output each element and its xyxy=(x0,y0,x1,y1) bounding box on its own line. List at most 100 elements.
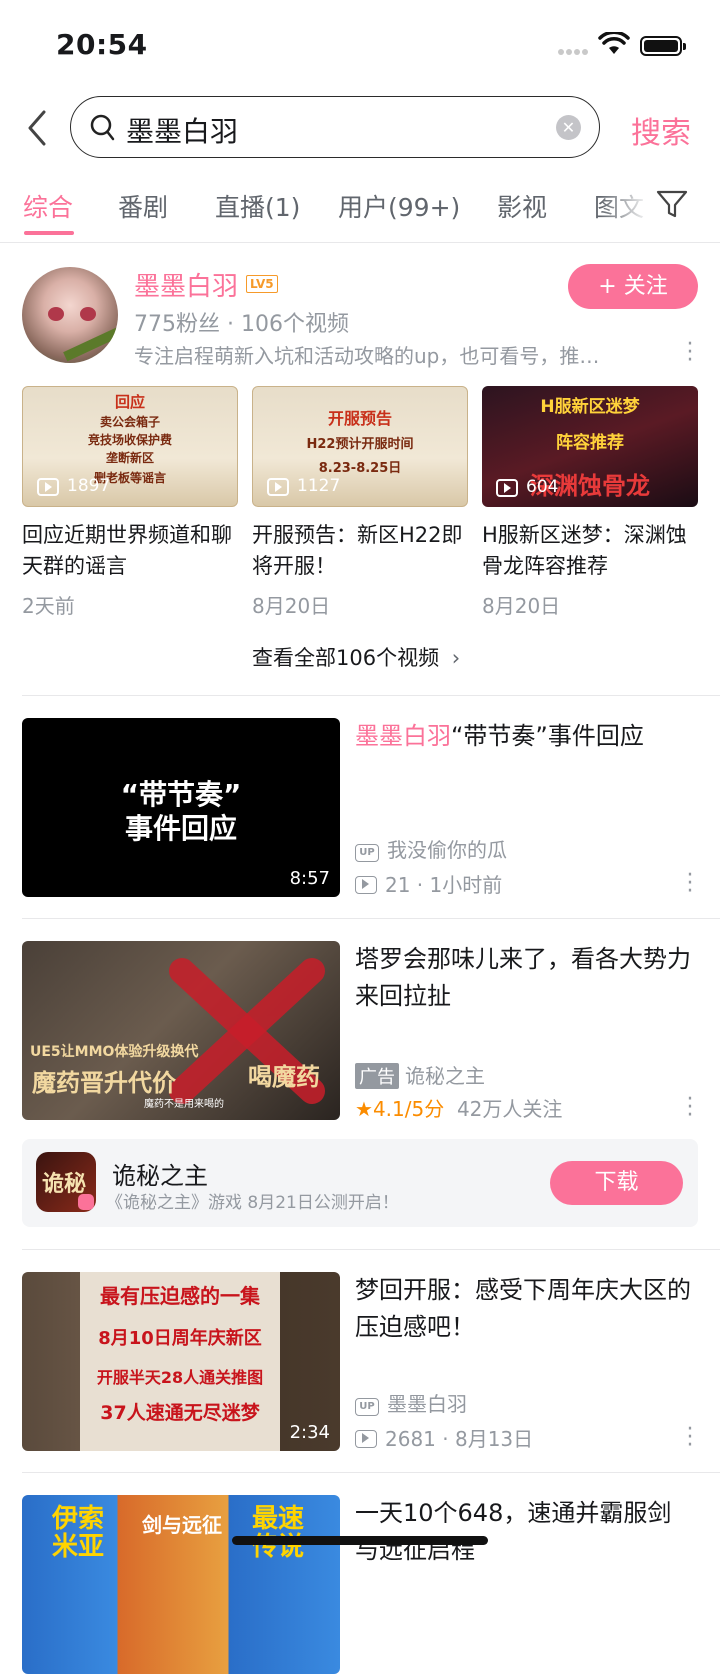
more-options-icon[interactable]: · · · xyxy=(685,334,695,372)
video-title[interactable]: H服新区迷梦：深渊蚀骨龙阵容推荐 xyxy=(482,520,702,582)
play-count-icon xyxy=(496,479,518,497)
battery-icon xyxy=(640,36,686,56)
publish-time: 8月13日 xyxy=(454,1427,534,1451)
game-app-icon[interactable]: 诡秘 xyxy=(36,1152,96,1212)
video-stats: 21 · 1小时前 xyxy=(355,869,502,898)
title-text: “带节奏”事件回应 xyxy=(451,722,644,750)
download-button[interactable]: 下载 xyxy=(550,1161,683,1205)
video-date: 2天前 xyxy=(22,594,75,618)
tab-all[interactable]: 综合 xyxy=(23,188,73,224)
thumb-text: 最速传说 xyxy=(252,1504,305,1562)
view-count: 604 xyxy=(526,477,559,497)
user-stats: 775粉丝 · 106个视频 xyxy=(134,312,349,337)
thumb-text: 开服预告 xyxy=(327,409,392,428)
game-icon-text: 诡秘 xyxy=(42,1172,87,1197)
view-count: 21 xyxy=(385,873,411,897)
tabs-divider xyxy=(0,242,720,243)
up-icon: UP xyxy=(355,844,379,862)
title-highlight: 墨墨白羽 xyxy=(355,722,451,750)
user-description: 专注启程萌新入坑和活动攻略的up，也可看号，推… xyxy=(134,344,600,368)
view-count: 2681 xyxy=(385,1427,436,1451)
active-tab-indicator xyxy=(24,231,74,235)
thumb-text: 剑与远征 xyxy=(142,1513,222,1537)
thumb-text: 事件回应 xyxy=(124,812,237,845)
thumb-text: 8月10日周年庆新区 xyxy=(98,1328,262,1349)
video-title[interactable]: 回应近期世界频道和聊天群的谣言 xyxy=(22,520,242,582)
clear-search-icon[interactable]: ✕ xyxy=(556,115,581,140)
tab-users[interactable]: 用户(99+) xyxy=(338,188,460,224)
follow-button[interactable]: + 关注 xyxy=(568,264,698,309)
star-icon: ★ xyxy=(355,1097,373,1121)
more-options-icon[interactable]: · · · xyxy=(685,865,695,903)
thumb-text: 回应 xyxy=(114,393,145,411)
thumb-text: H22预计开服时间 xyxy=(306,437,414,452)
wifi-icon xyxy=(598,32,630,54)
video-title[interactable]: 开服预告：新区H22即将开服！ xyxy=(252,520,472,582)
video-thumbnail[interactable]: H服新区迷梦 阵容推荐 深渊蚀骨龙 604 xyxy=(482,386,698,507)
thumb-text: UE5让MMO体验升级换代 xyxy=(30,1044,199,1060)
publish-time: 1小时前 xyxy=(429,873,503,897)
chevron-right-icon: › xyxy=(451,646,461,670)
video-duration: 8:57 xyxy=(289,868,330,889)
section-divider xyxy=(22,1472,720,1473)
view-all-label: 查看全部106个视频 xyxy=(252,646,440,670)
thumb-text: 魔药不是用来喝的 xyxy=(144,1099,224,1110)
thumb-text: 垄断新区 xyxy=(105,451,154,465)
search-icon xyxy=(90,114,115,141)
tab-film[interactable]: 影视 xyxy=(497,188,547,224)
video-thumbnail[interactable]: “带节奏” 事件回应 8:57 xyxy=(22,718,340,897)
video-stats: 2681 · 8月13日 xyxy=(355,1423,533,1452)
tab-live[interactable]: 直播(1) xyxy=(215,188,300,224)
video-author[interactable]: UP 我没偷你的瓜 xyxy=(355,834,507,863)
author-name: 我没偷你的瓜 xyxy=(387,838,507,862)
avatar[interactable] xyxy=(22,267,118,363)
filter-icon[interactable] xyxy=(656,189,688,219)
video-thumbnail[interactable]: 伊索米亚 剑与远征 最速传说 xyxy=(22,1495,340,1674)
thumb-text: 魔药晋升代价 xyxy=(32,1069,176,1097)
thumb-text: 8.23-8.25日 xyxy=(318,461,402,476)
game-description: 《诡秘之主》游戏 8月21日公测开启！ xyxy=(106,1193,399,1213)
section-divider xyxy=(22,918,720,919)
video-thumbnail[interactable]: 回应 卖公会箱子 竞技场收保护费 垄断新区 删老板等谣言 1897 xyxy=(22,386,238,507)
ad-author[interactable]: 广告 诡秘之主 xyxy=(355,1060,485,1089)
video-author[interactable]: UP 墨墨白羽 xyxy=(355,1388,467,1417)
play-count-icon xyxy=(267,478,289,496)
video-title[interactable]: 梦回开服：感受下周年庆大区的压迫感吧！ xyxy=(355,1272,695,1346)
thumb-text: 喝魔药 xyxy=(248,1063,320,1091)
rating-score: 4.1/5分 xyxy=(372,1097,445,1121)
thumb-text: “带节奏” xyxy=(120,778,242,811)
back-arrow-icon[interactable] xyxy=(22,108,50,148)
tab-bangumi[interactable]: 番剧 xyxy=(118,188,168,224)
level-badge: LV5 xyxy=(246,275,278,293)
video-thumbnail[interactable]: 开服预告 H22预计开服时间 8.23-8.25日 1127 xyxy=(252,386,468,507)
more-options-icon[interactable]: · · · xyxy=(685,1419,695,1457)
section-divider xyxy=(22,695,720,696)
video-thumbnail[interactable]: 最有压迫感的一集 8月10日周年庆新区 开服半天28人通关推图 37人速通无尽迷… xyxy=(22,1272,340,1451)
cellular-signal-icon xyxy=(558,40,592,55)
game-name: 诡秘之主 xyxy=(112,1162,208,1190)
search-button[interactable]: 搜索 xyxy=(631,108,691,152)
more-options-icon[interactable]: · · · xyxy=(685,1089,695,1127)
search-query-text[interactable]: 墨墨白羽 xyxy=(126,110,238,150)
view-count: 1127 xyxy=(297,476,341,496)
user-name[interactable]: 墨墨白羽 xyxy=(134,266,238,303)
author-name: 诡秘之主 xyxy=(405,1064,485,1088)
video-date: 8月20日 xyxy=(252,594,331,618)
follower-count: 42万人关注 xyxy=(456,1097,563,1121)
view-count: 1897 xyxy=(67,476,111,496)
status-time: 20:54 xyxy=(56,28,148,61)
video-title[interactable]: 墨墨白羽“带节奏”事件回应 xyxy=(355,718,695,755)
video-duration: 2:34 xyxy=(289,1422,330,1443)
video-thumbnail[interactable]: UE5让MMO体验升级换代 魔药晋升代价 喝魔药 魔药不是用来喝的 xyxy=(22,941,340,1120)
video-date: 8月20日 xyxy=(482,594,561,618)
ad-stats: ★4.1/5分 42万人关注 xyxy=(355,1093,562,1122)
tabs-fade xyxy=(600,180,650,230)
thumb-text: 伊索米亚 xyxy=(52,1504,105,1562)
author-name: 墨墨白羽 xyxy=(387,1392,467,1416)
thumb-text: 开服半天28人通关推图 xyxy=(96,1368,264,1387)
view-all-videos-link[interactable]: 查看全部106个视频 › xyxy=(252,642,460,672)
ad-badge: 广告 xyxy=(355,1063,399,1089)
video-title[interactable]: 塔罗会那味儿来了，看各大势力来回拉扯 xyxy=(355,941,695,1015)
thumb-text: 最有压迫感的一集 xyxy=(100,1284,260,1308)
play-count-icon xyxy=(355,1430,377,1448)
